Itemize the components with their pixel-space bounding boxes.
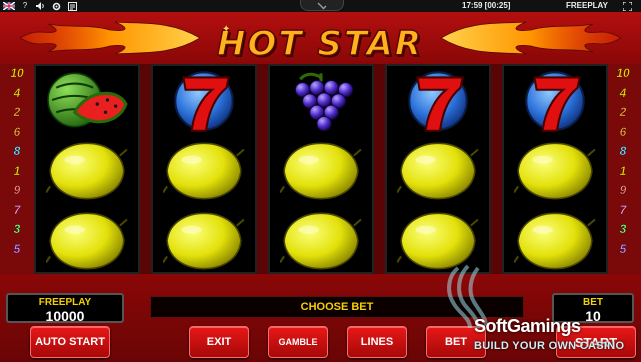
payline-number[interactable]: 8 (8, 142, 26, 162)
lemon-icon (163, 142, 245, 200)
payline-number[interactable]: 5 (614, 240, 632, 260)
watermark-subtitle: BUILD YOUR OWN CASINO (474, 340, 625, 352)
payline-number[interactable]: 1 (614, 162, 632, 182)
autostart-button[interactable]: AUTO START (30, 326, 110, 358)
payline-number[interactable]: 9 (8, 181, 26, 201)
seven-icon (525, 71, 585, 132)
payline-number[interactable]: 2 (614, 103, 632, 123)
payline-number[interactable]: 5 (8, 240, 26, 260)
fullscreen-icon[interactable] (620, 0, 634, 12)
seven-symbol (387, 66, 489, 136)
lemon-symbol (270, 136, 372, 206)
seven-symbol (504, 66, 606, 136)
reel (502, 64, 608, 274)
payline-number[interactable]: 3 (614, 220, 632, 240)
exit-button[interactable]: EXIT (189, 326, 249, 358)
reel (34, 64, 140, 274)
mode-label: FREEPLAY (566, 1, 608, 10)
lemon-icon (280, 212, 362, 270)
payline-number[interactable]: 3 (8, 220, 26, 240)
grapes-symbol (270, 66, 372, 136)
settings-icon[interactable] (50, 0, 62, 12)
lemon-icon (280, 142, 362, 200)
payline-number[interactable]: 7 (8, 201, 26, 221)
seven-icon (408, 71, 468, 132)
payline-number[interactable]: 1 (8, 162, 26, 182)
lines-button[interactable]: LINES (347, 326, 407, 358)
balance-value: 10000 (45, 308, 85, 324)
reel-area (34, 64, 608, 274)
balance-display: FREEPLAY 10000 (6, 293, 124, 324)
gamble-button[interactable]: GAMBLE (268, 326, 328, 358)
payline-number[interactable]: 6 (8, 123, 26, 143)
payline-number[interactable]: 7 (614, 201, 632, 221)
lemon-symbol (36, 136, 138, 206)
watermelon-symbol (36, 66, 138, 136)
payline-number[interactable]: 8 (614, 142, 632, 162)
watermelon-icon (47, 72, 128, 128)
lemon-symbol (504, 136, 606, 206)
lemon-symbol (153, 136, 255, 206)
payline-number[interactable]: 9 (614, 181, 632, 201)
lemon-icon (46, 212, 128, 270)
grapes-icon (294, 72, 354, 132)
menu-toggle[interactable] (300, 0, 344, 11)
payline-number[interactable]: 4 (614, 84, 632, 104)
clock: 17:59 [00:25] (462, 1, 511, 10)
seven-symbol (153, 66, 255, 136)
payline-number[interactable]: 2 (8, 103, 26, 123)
paylines-left: 10 4 2 6 8 1 9 7 3 5 (8, 64, 26, 259)
balance-label: FREEPLAY (38, 297, 92, 308)
lemon-icon (397, 142, 479, 200)
uk-flag-icon[interactable] (2, 0, 16, 12)
payline-number[interactable]: 10 (8, 64, 26, 84)
lemon-symbol (387, 136, 489, 206)
star-icon: ✦ (222, 24, 231, 35)
lemon-symbol (270, 206, 372, 276)
lemon-icon (46, 142, 128, 200)
watermark-title: SoftGamings (474, 316, 581, 336)
reel (151, 64, 257, 274)
lemon-icon (514, 142, 596, 200)
reel (385, 64, 491, 274)
lemon-symbol (153, 206, 255, 276)
reel (268, 64, 374, 274)
top-bar: ? 17:59 [00:25] FREEPLAY (0, 0, 641, 12)
help-button[interactable]: ? (19, 0, 31, 12)
payline-number[interactable]: 6 (614, 123, 632, 143)
paytable-icon[interactable] (66, 0, 78, 12)
payline-number[interactable]: 4 (8, 84, 26, 104)
payline-number[interactable]: 10 (614, 64, 632, 84)
seven-icon (174, 71, 234, 132)
lemon-symbol (36, 206, 138, 276)
flame-right-decoration (441, 21, 621, 55)
header: HOT STAR ✦ (0, 12, 641, 65)
paylines-right: 10 4 2 6 8 1 9 7 3 5 (614, 64, 632, 259)
flame-left-decoration (20, 21, 200, 55)
sound-icon[interactable] (34, 0, 46, 12)
lemon-icon (163, 212, 245, 270)
